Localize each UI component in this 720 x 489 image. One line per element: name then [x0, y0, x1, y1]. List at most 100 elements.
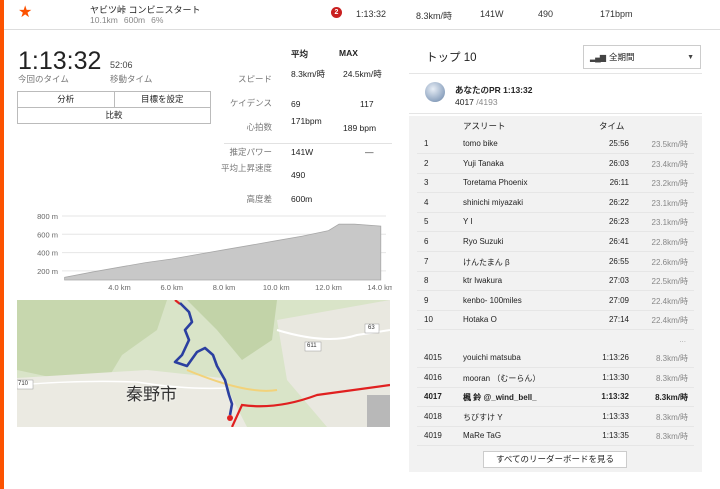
time-cell: 26:03 [608, 158, 629, 168]
x-tick-label: 12.0 km [315, 283, 342, 292]
stat-avg-vam: 490 [291, 170, 306, 180]
leaderboard-row[interactable]: 4019 MaRe TaG 1:13:35 8.3km/時 [409, 427, 702, 447]
stat-max-power: — [365, 147, 374, 157]
row-divider [417, 445, 694, 447]
x-tick-label: 14.0 km [367, 283, 392, 292]
view-all-leaderboards-button[interactable]: すべてのリーダーボードを見る [483, 451, 627, 468]
leaderboard-row[interactable]: 6 Ryo Suzuki 26:41 22.8km/時 [409, 233, 702, 252]
speed-cell: 23.4km/時 [651, 159, 688, 169]
leaderboard-row[interactable]: 2 Yuji Tanaka 26:03 23.4km/時 [409, 155, 702, 174]
athlete-name[interactable]: ktr Iwakura [463, 276, 502, 285]
athlete-name[interactable]: shinichi miyazaki [463, 198, 523, 207]
stat-label-elevation: 高度差 [246, 194, 272, 204]
time-cell: 1:13:26 [602, 353, 629, 362]
time-cell: 27:03 [608, 276, 629, 286]
stat-avg-heartrate: 171bpm [291, 116, 322, 126]
compare-button[interactable]: 比較 [18, 108, 210, 123]
rank-cell: 6 [424, 237, 429, 246]
time-cell: 26:11 [609, 178, 629, 188]
speed-cell: 22.5km/時 [651, 277, 688, 287]
athlete-name[interactable]: Yuji Tanaka [463, 159, 504, 168]
athlete-name[interactable]: Ryo Suzuki [463, 237, 503, 246]
stat-label-heartrate: 心拍数 [246, 122, 272, 132]
elevation-profile-chart[interactable]: 200 m 400 m 600 m 800 m 4.0 km 6.0 km 8.0 km 10… [16, 210, 392, 295]
athlete-name[interactable]: kenbo- 100miles [463, 296, 522, 305]
stat-label-power: 推定パワー [229, 147, 272, 157]
summary-speed: 8.3km/時 [416, 11, 453, 21]
time-cell: 27:14 [608, 315, 629, 325]
athlete-name[interactable]: Hotaka O [463, 315, 497, 324]
rank-cell: 4016 [424, 372, 442, 382]
leaderboard-row[interactable]: 8 ktr Iwakura 27:03 22.5km/時 [409, 272, 702, 292]
rank-cell: 2 [424, 158, 429, 168]
speed-cell: 23.1km/時 [651, 218, 688, 228]
athlete-name[interactable]: youichi matsuba [463, 353, 521, 362]
moving-time-label: 移動タイム [110, 74, 153, 84]
leaderboard-row[interactable]: 4 shinichi miyazaki 26:22 23.1km/時 [409, 194, 702, 213]
time-cell: 1:13:33 [602, 411, 629, 421]
athlete-name[interactable]: Y I [463, 217, 473, 226]
time-cell: 1:13:32 [601, 392, 629, 402]
y-tick-label: 800 m [37, 212, 58, 221]
leaderboard-row-current-user[interactable]: 4017 楓 鈴 @_wind_bell_ 1:13:32 8.3km/時 [409, 388, 702, 408]
map-canvas [17, 300, 390, 427]
y-tick-label: 600 m [37, 230, 58, 239]
summary-heartrate: 171bpm [600, 9, 633, 19]
athlete-name[interactable]: 楓 鈴 @_wind_bell_ [463, 392, 537, 403]
leaderboard-table: アスリート タイム 1 tomo bike 25:56 23.5km/時 2 Yuji T… [409, 116, 702, 472]
leaderboard-row[interactable]: 7 けんたまん β 26:55 22.6km/時 [409, 253, 702, 272]
rank-cell: 5 [424, 217, 429, 227]
chevron-down-icon: ▼ [687, 53, 694, 61]
rank-cell: 9 [424, 295, 429, 305]
time-cell: 1:13:30 [602, 372, 629, 382]
map-route-label: 611 [307, 343, 317, 349]
personal-record-row[interactable]: あなたのPR 1:13:32 4017 /4193 [409, 73, 702, 114]
leaderboard-row[interactable]: 4016 mooran （むーらん） 1:13:30 8.3km/時 [409, 369, 702, 388]
leaderboard-row[interactable]: 1 tomo bike 25:56 23.5km/時 [409, 135, 702, 154]
time-cell: 27:09 [608, 295, 629, 305]
rank-cell: 4015 [424, 353, 442, 362]
rank-cell: 4 [424, 197, 429, 207]
leaderboard-row[interactable]: 4018 ちびすけ Y 1:13:33 8.3km/時 [409, 408, 702, 427]
athlete-name[interactable]: ちびすけ Y [463, 412, 503, 423]
leaderboard-row[interactable]: 10 Hotaka O 27:14 22.4km/時 [409, 311, 702, 331]
time-cell: 26:41 [608, 237, 629, 246]
time-cell: 26:23 [608, 217, 629, 227]
segment-distance: 10.1km [90, 15, 118, 25]
leaderboard-row[interactable]: 5 Y I 26:23 23.1km/時 [409, 213, 702, 233]
rank-cell: 3 [424, 178, 429, 188]
leaderboard-row[interactable]: 4015 youichi matsuba 1:13:26 8.3km/時 [409, 349, 702, 368]
x-tick-label: 6.0 km [160, 283, 183, 292]
speed-cell: 22.8km/時 [651, 238, 688, 247]
analysis-button[interactable]: 分析 [18, 92, 114, 107]
y-tick-label: 200 m [37, 267, 58, 276]
star-icon[interactable]: ★ [18, 4, 32, 22]
time-cell: 26:55 [608, 256, 629, 266]
map-route-label: 63 [368, 325, 375, 331]
segment-summary-bar[interactable]: ★ ヤビツ峠 コンビニスタート 10.1km 600m 6% 2 1:13:32… [4, 0, 720, 30]
pr-rank: 4017 /4193 [455, 97, 498, 107]
pr-time: あなたのPR 1:13:32 [455, 85, 533, 95]
bar-chart-icon: ▂▄▆ [590, 52, 606, 62]
time-filter-dropdown[interactable]: ▂▄▆ 全期間 ▼ [583, 45, 701, 69]
athlete-name[interactable]: tomo bike [463, 139, 498, 148]
avatar[interactable] [425, 82, 445, 102]
athlete-name[interactable]: MaRe TaG [463, 431, 501, 440]
row-divider [417, 329, 694, 331]
rank-cell: 4018 [424, 411, 442, 421]
speed-cell: 23.2km/時 [651, 179, 688, 189]
stats-divider [224, 143, 392, 144]
leaderboard-row[interactable]: 9 kenbo- 100miles 27:09 22.4km/時 [409, 292, 702, 311]
segment-map[interactable]: 秦野市 611 63 710 [17, 300, 390, 427]
x-tick-label: 10.0 km [263, 283, 290, 292]
segment-grade: 6% [151, 15, 164, 25]
time-cell: 26:22 [608, 197, 629, 207]
speed-cell: 8.3km/時 [655, 354, 688, 363]
stat-label-vam: 平均上昇速度 [220, 163, 272, 173]
athlete-name[interactable]: Toretama Phoenix [463, 178, 527, 187]
speed-cell: 22.4km/時 [651, 316, 688, 326]
leaderboard-row[interactable]: 3 Toretama Phoenix 26:11 23.2km/時 [409, 174, 702, 194]
athlete-name[interactable]: けんたまん β [463, 257, 510, 268]
elapsed-time-label: 今回のタイム [18, 74, 69, 84]
athlete-name[interactable]: mooran （むーらん） [463, 373, 540, 384]
